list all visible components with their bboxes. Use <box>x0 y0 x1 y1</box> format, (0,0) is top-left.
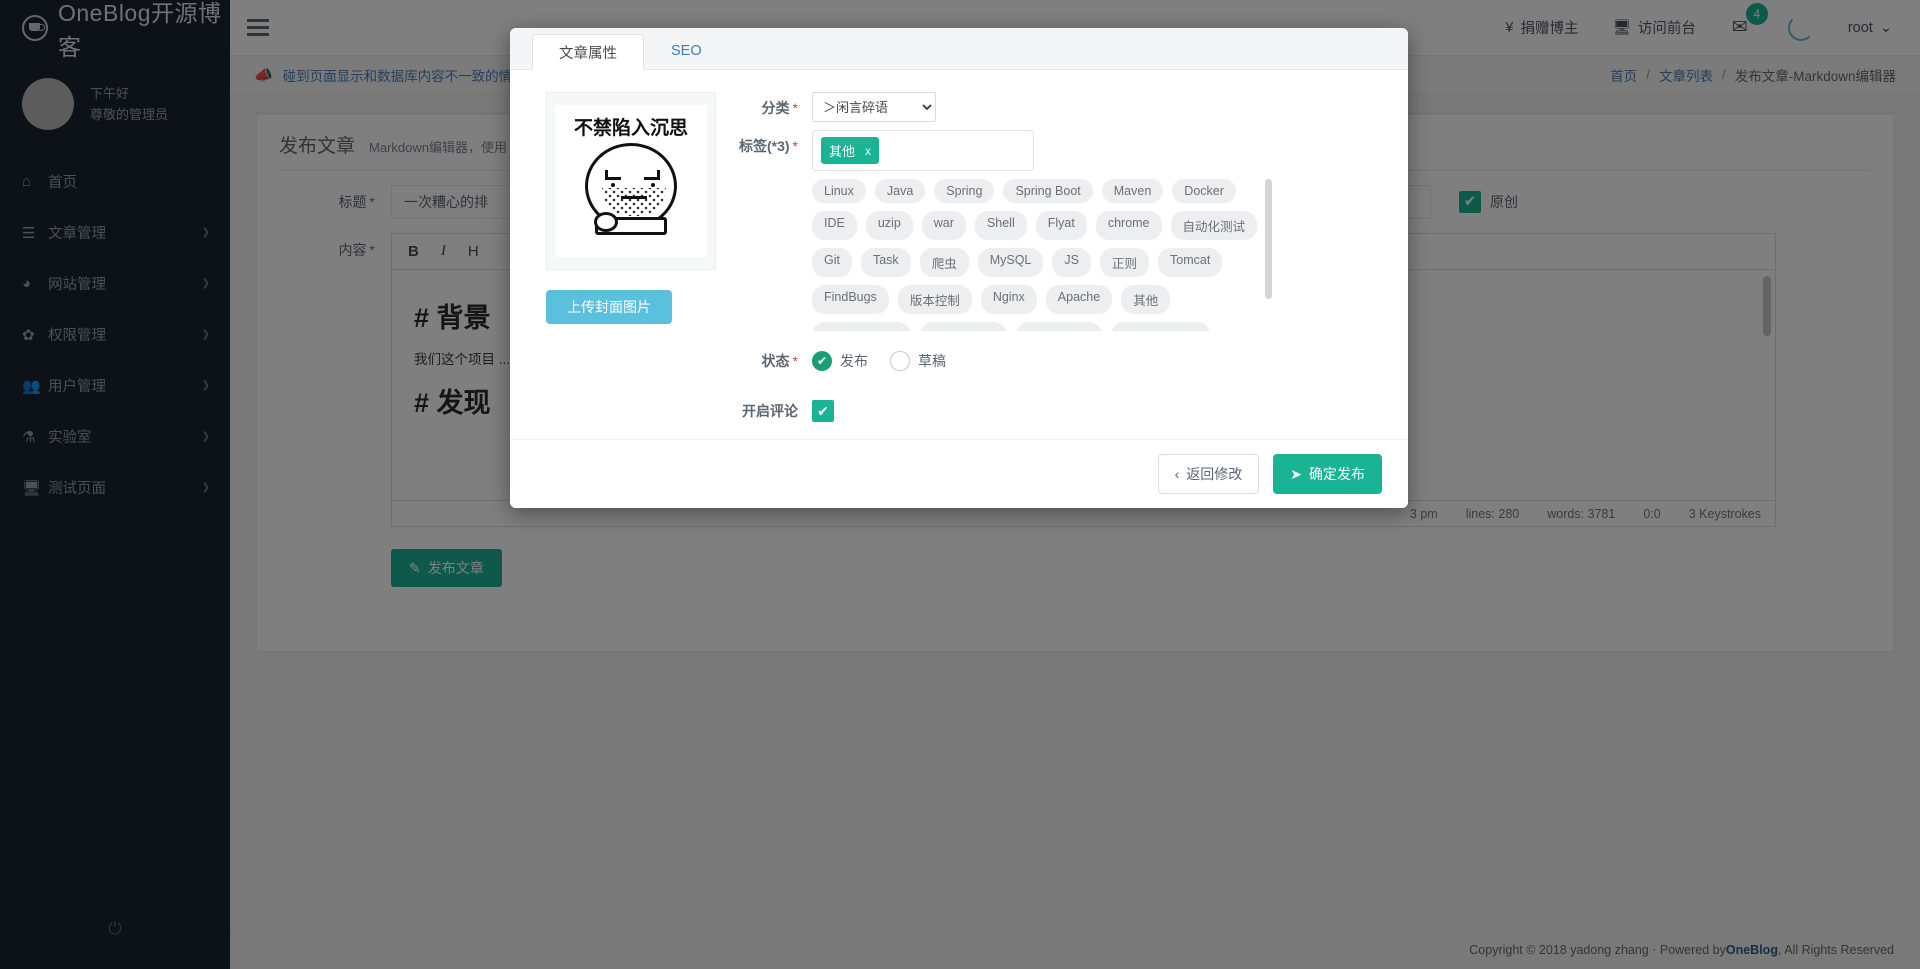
pool-tag[interactable]: uzip <box>866 211 913 240</box>
radio-unchecked-icon <box>890 351 910 371</box>
cover-caption: 不禁陷入沉思 <box>555 113 707 140</box>
status-label: 状态* <box>722 345 812 377</box>
back-to-edit-button[interactable]: ‹ 返回修改 <box>1158 454 1260 494</box>
pool-tag[interactable]: 正则 <box>1100 248 1149 277</box>
confirm-publish-button[interactable]: ➤ 确定发布 <box>1273 454 1382 494</box>
pool-tag[interactable]: Linux <box>812 179 866 203</box>
category-field: ＞闲言碎语 <box>812 92 1382 122</box>
enable-comment-checkbox[interactable]: ✔ <box>812 400 834 422</box>
pool-tag[interactable]: 版本控制 <box>898 285 972 314</box>
tab-article-properties[interactable]: 文章属性 <box>532 34 644 70</box>
status-options: ✔ 发布 草稿 <box>812 345 1382 377</box>
cover-image: 不禁陷入沉思 <box>555 105 707 257</box>
status-label-text: 状态 <box>762 353 790 369</box>
pool-tag[interactable]: 微信小程序 <box>920 322 1007 331</box>
pool-tag[interactable]: 其他 <box>1121 285 1170 314</box>
tags-field: 其他 x Linux Java Spring Spring Boot Maven Dock… <box>812 130 1382 331</box>
arms-icon <box>595 217 667 235</box>
tag-pool-scrollbar[interactable] <box>1265 179 1272 299</box>
selected-tag-chip[interactable]: 其他 x <box>821 137 879 164</box>
pool-tag[interactable]: Shell <box>975 211 1027 240</box>
tab-seo[interactable]: SEO <box>644 33 729 69</box>
tags-label: 标签(*3)* <box>722 130 812 162</box>
pool-tag[interactable]: 阿里云服务器 <box>1111 322 1210 331</box>
pool-tag[interactable]: Git <box>812 248 852 277</box>
pool-tag[interactable]: Apache <box>1046 285 1112 314</box>
status-option-label: 草稿 <box>918 345 946 377</box>
pool-tag[interactable]: Maven <box>1102 179 1164 203</box>
status-option-publish[interactable]: ✔ 发布 <box>812 345 868 377</box>
fields-column: 分类* ＞闲言碎语 标签(*3)* 其 <box>708 92 1382 431</box>
tags-label-text: 标签(*3) <box>739 138 790 154</box>
upload-cover-button[interactable]: 上传封面图片 <box>546 290 672 324</box>
status-option-draft[interactable]: 草稿 <box>890 345 946 377</box>
pool-tag[interactable]: 网易云音乐 <box>1016 322 1103 331</box>
pool-tag[interactable]: 阿里云优惠券 <box>812 322 911 331</box>
pool-tag[interactable]: Docker <box>1172 179 1236 203</box>
modal-footer: ‹ 返回修改 ➤ 确定发布 <box>510 439 1408 508</box>
article-properties-modal: 文章属性 SEO 不禁陷入沉思 <box>510 28 1408 508</box>
tags-input[interactable]: 其他 x <box>812 130 1034 171</box>
pool-tag[interactable]: 自动化测试 <box>1171 211 1258 240</box>
category-label: 分类* <box>722 92 812 124</box>
comment-row: 开启评论 ✔ <box>722 395 1382 427</box>
required-marker: * <box>793 353 798 369</box>
pool-tag[interactable]: Nginx <box>981 285 1037 314</box>
pool-tag[interactable]: Task <box>861 248 911 277</box>
required-marker: * <box>793 100 798 116</box>
pool-tag[interactable]: JS <box>1052 248 1091 277</box>
remove-tag-icon[interactable]: x <box>865 144 871 158</box>
modal-body: 不禁陷入沉思 上传封面图片 <box>510 70 1408 439</box>
eye-dot-right-icon <box>651 183 655 187</box>
pool-tag[interactable]: Spring <box>934 179 994 203</box>
pool-tag[interactable]: 爬虫 <box>920 248 969 277</box>
pool-tag[interactable]: Flyat <box>1036 211 1087 240</box>
eye-dot-left-icon <box>611 183 615 187</box>
back-to-edit-label: 返回修改 <box>1186 464 1242 484</box>
required-marker: * <box>793 138 798 154</box>
pool-tag[interactable]: Java <box>875 179 925 203</box>
chevron-left-icon: ‹ <box>1175 466 1180 482</box>
status-option-label: 发布 <box>840 345 868 377</box>
stubble-icon <box>602 188 666 216</box>
paper-plane-icon: ➤ <box>1290 466 1302 483</box>
category-row: 分类* ＞闲言碎语 <box>722 92 1382 124</box>
tags-row: 标签(*3)* 其他 x Linux Java Spring Spring Boot M… <box>722 130 1382 331</box>
pool-tag[interactable]: Spring Boot <box>1003 179 1092 203</box>
eye-right-icon <box>644 170 660 180</box>
status-row: 状态* ✔ 发布 草稿 <box>722 345 1382 377</box>
cover-preview[interactable]: 不禁陷入沉思 <box>546 92 716 270</box>
mouth-icon <box>621 196 647 199</box>
tag-pool-container: Linux Java Spring Spring Boot Maven Docker IDE… <box>812 179 1274 331</box>
confirm-publish-label: 确定发布 <box>1309 464 1365 484</box>
pool-tag[interactable]: FindBugs <box>812 285 889 314</box>
pool-tag[interactable]: MySQL <box>978 248 1044 277</box>
screen: OneBlog开源博客 下午好 尊敬的管理员 ⌂ 首页 ☰ 文章管理 ❯ ◕ 网 <box>0 0 1920 969</box>
pool-tag[interactable]: chrome <box>1096 211 1162 240</box>
pool-tag[interactable]: IDE <box>812 211 857 240</box>
comment-label: 开启评论 <box>722 395 812 427</box>
category-label-text: 分类 <box>762 100 790 116</box>
radio-checked-icon: ✔ <box>812 351 832 371</box>
pool-tag[interactable]: war <box>922 211 966 240</box>
eye-left-icon <box>605 170 621 180</box>
tag-pool: Linux Java Spring Spring Boot Maven Docker IDE… <box>812 179 1274 331</box>
comment-field: ✔ <box>812 395 1382 422</box>
pool-tag[interactable]: Tomcat <box>1158 248 1222 277</box>
selected-tag-label: 其他 <box>829 141 855 160</box>
category-select[interactable]: ＞闲言碎语 <box>812 92 936 122</box>
cover-column: 不禁陷入沉思 上传封面图片 <box>528 92 708 431</box>
modal-tabs: 文章属性 SEO <box>510 28 1408 70</box>
